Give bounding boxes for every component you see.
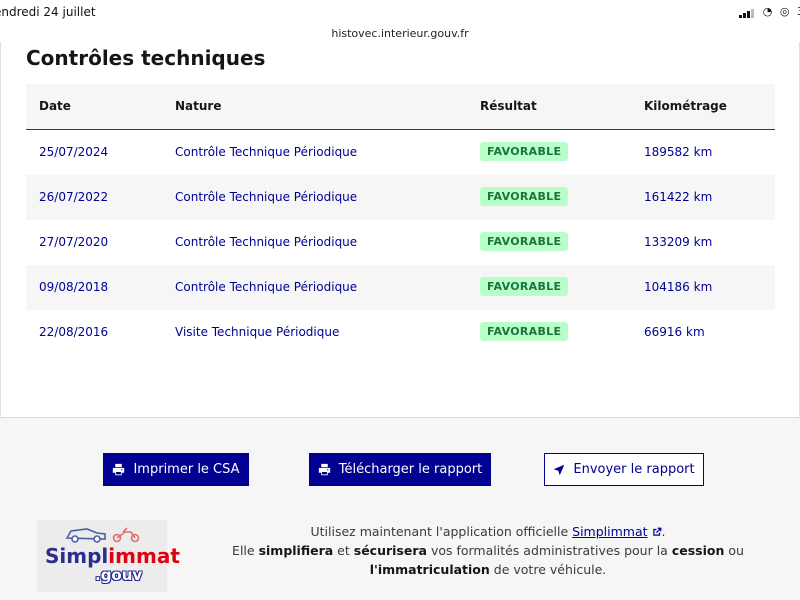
row-mileage: 66916 km <box>644 325 705 339</box>
status-badge: FAVORABLE <box>480 187 569 206</box>
wifi-icon: ◔ <box>762 5 773 18</box>
row-nature: Contrôle Technique Périodique <box>175 280 358 294</box>
table-row: 27/07/2020 Contrôle Technique Périodique… <box>26 220 775 265</box>
row-nature: Contrôle Technique Périodique <box>175 190 358 204</box>
row-nature: Contrôle Technique Périodique <box>175 145 358 159</box>
row-date: 22/08/2016 <box>39 325 109 339</box>
technical-inspections-card: Contrôles techniques Date Nature Résulta… <box>0 42 800 418</box>
header-result: Résultat <box>480 99 537 113</box>
row-date: 27/07/2020 <box>39 235 109 249</box>
table-row: 25/07/2024 Contrôle Technique Périodique… <box>26 130 775 175</box>
status-date: endredi 24 juillet <box>0 5 96 19</box>
row-date: 09/08/2018 <box>39 280 109 294</box>
row-date: 25/07/2024 <box>39 145 109 159</box>
orientation-lock-icon: ◎ <box>779 5 790 18</box>
status-icons: ◔ ◎ 3 <box>735 5 800 18</box>
table-row: 22/08/2016 Visite Technique Périodique F… <box>26 310 775 355</box>
row-mileage: 133209 km <box>644 235 713 249</box>
send-report-label: Envoyer le rapport <box>573 462 695 477</box>
status-badge: FAVORABLE <box>480 232 569 251</box>
simplimmat-promo-text: Utilisez maintenant l'application offici… <box>200 522 776 579</box>
download-report-button[interactable]: Télécharger le rapport <box>309 453 491 486</box>
promo-line-3: l'immatriculation de votre véhicule. <box>369 562 607 577</box>
row-mileage: 104186 km <box>644 280 713 294</box>
row-mileage: 161422 km <box>644 190 713 204</box>
table-row: 26/07/2022 Contrôle Technique Périodique… <box>26 175 775 220</box>
status-badge: FAVORABLE <box>480 277 569 296</box>
logo-gouv-suffix: .gouv <box>95 566 143 584</box>
print-csa-button[interactable]: Imprimer le CSA <box>103 453 249 486</box>
header-nature: Nature <box>175 99 222 113</box>
simplimmat-logo[interactable]: Simplimmat .gouv <box>37 520 180 592</box>
car-motorcycle-icon <box>65 527 140 543</box>
printer-icon <box>318 463 330 476</box>
inspections-table: Date Nature Résultat Kilométrage 25/07/2… <box>26 84 775 355</box>
promo-line-2: Elle simplifiera et sécurisera vos forma… <box>232 543 744 558</box>
row-mileage: 189582 km <box>644 145 713 159</box>
simplimmat-link[interactable]: Simplimmat <box>572 524 647 539</box>
status-badge: FAVORABLE <box>480 142 569 161</box>
print-csa-label: Imprimer le CSA <box>133 462 240 477</box>
section-title: Contrôles techniques <box>26 46 266 70</box>
address-bar[interactable]: histovec.interieur.gouv.fr <box>0 22 800 42</box>
printer-icon <box>113 463 125 476</box>
download-report-label: Télécharger le rapport <box>338 462 483 477</box>
signal-icon <box>739 5 755 18</box>
row-nature: Visite Technique Périodique <box>175 325 340 339</box>
status-bar: endredi 24 juillet ◔ ◎ 3 <box>0 0 800 22</box>
table-header: Date Nature Résultat Kilométrage <box>26 84 775 130</box>
header-date: Date <box>39 99 71 113</box>
external-link-icon[interactable] <box>652 527 662 537</box>
row-nature: Contrôle Technique Périodique <box>175 235 358 249</box>
table-row: 09/08/2018 Contrôle Technique Périodique… <box>26 265 775 310</box>
logo-wordmark: Simplimmat <box>45 544 180 568</box>
header-mileage: Kilométrage <box>644 99 727 113</box>
send-icon <box>554 464 565 475</box>
status-badge: FAVORABLE <box>480 322 569 341</box>
row-date: 26/07/2022 <box>39 190 109 204</box>
url-text[interactable]: histovec.interieur.gouv.fr <box>331 27 468 40</box>
promo-line-1: Utilisez maintenant l'application offici… <box>310 524 666 539</box>
send-report-button[interactable]: Envoyer le rapport <box>544 453 704 486</box>
